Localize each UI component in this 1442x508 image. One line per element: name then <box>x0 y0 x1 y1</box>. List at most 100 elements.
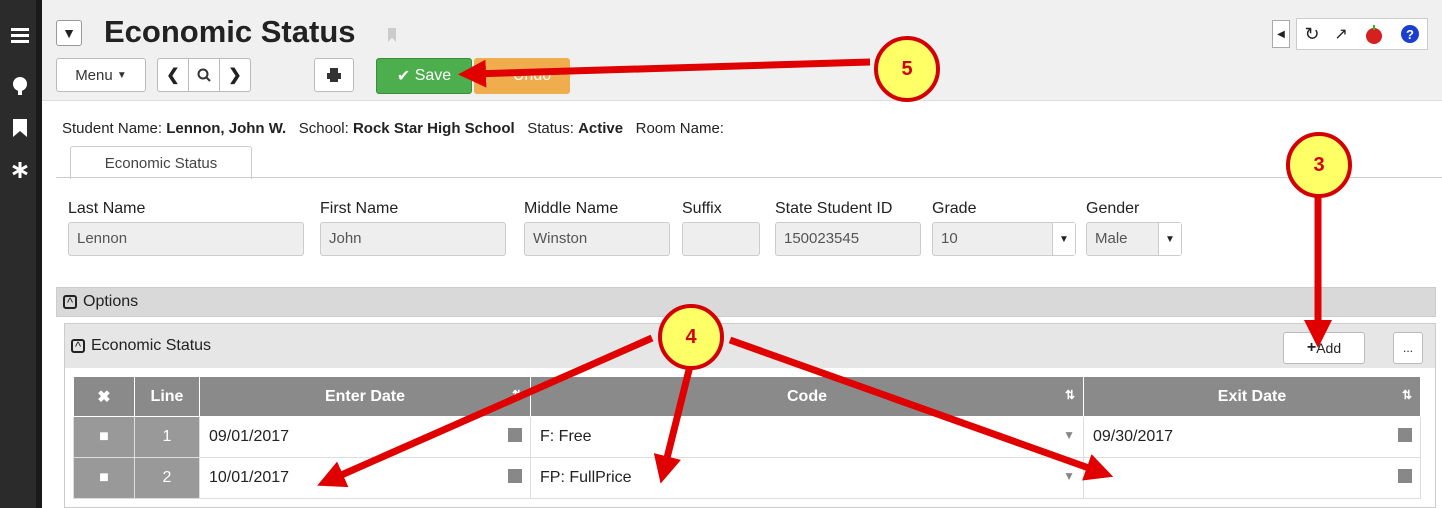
caret-left-icon: ◀ <box>1277 28 1285 40</box>
column-header-code[interactable]: Code ⇅ <box>530 376 1084 417</box>
callout-4: 4 <box>658 304 724 370</box>
column-header-label: Enter Date <box>324 387 406 405</box>
print-button[interactable] <box>314 58 354 92</box>
enter-date-field[interactable]: 10/01/2017 <box>199 457 531 499</box>
economic-status-panel: ^ Economic Status + Add ... ✖ Line Enter… <box>64 323 1436 508</box>
checkbox-icon: ■ <box>99 428 109 445</box>
table-row: ■ 2 10/01/2017 FP: FullPrice ▼ <box>73 457 1421 499</box>
economic-status-header[interactable]: ^ Economic Status <box>65 324 1435 368</box>
tab-divider <box>56 177 1442 178</box>
student-info-bar: Student Name: Lennon, John W. School: Ro… <box>62 120 724 137</box>
bookmark-page-icon[interactable] <box>388 28 396 42</box>
grade-select[interactable]: 10 ▼ <box>932 222 1076 256</box>
grade-value: 10 <box>941 230 958 247</box>
add-label: Add <box>1316 340 1342 356</box>
collapse-panel-button[interactable]: ◀ <box>1272 20 1290 48</box>
next-record-button[interactable]: ❯ <box>219 58 251 92</box>
caret-down-icon: ▼ <box>116 69 127 81</box>
calendar-icon[interactable] <box>1398 469 1412 483</box>
close-icon: ✖ <box>97 388 111 406</box>
svg-text:?: ? <box>1406 27 1414 42</box>
save-label: Save <box>414 67 452 84</box>
nav-button-group: ❮ ❯ <box>157 58 251 92</box>
options-section-header[interactable]: ^ Options <box>56 287 1436 317</box>
row-checkbox[interactable]: ■ <box>73 457 135 499</box>
grade-label: Grade <box>932 200 977 217</box>
exit-date-field[interactable]: 09/30/2017 <box>1083 416 1421 458</box>
exit-date-value: 09/30/2017 <box>1093 428 1174 445</box>
suffix-label: Suffix <box>682 200 722 217</box>
gender-select[interactable]: Male ▼ <box>1086 222 1182 256</box>
room-label: Room Name: <box>635 120 724 137</box>
tree-icon[interactable] <box>8 74 32 98</box>
first-name-field[interactable]: John <box>320 222 506 256</box>
asterisk-icon[interactable] <box>8 158 32 182</box>
undo-button[interactable]: Undo <box>474 58 570 94</box>
gender-value: Male <box>1095 230 1128 247</box>
column-header-line[interactable]: Line <box>134 376 200 417</box>
caret-down-icon: ▼ <box>1158 223 1181 255</box>
middle-name-label: Middle Name <box>524 200 619 217</box>
tab-label: Economic Status <box>104 154 218 172</box>
apple-icon[interactable] <box>1363 23 1385 45</box>
refresh-icon[interactable]: ↻ <box>1304 24 1319 45</box>
help-icon[interactable]: ? <box>1400 24 1420 44</box>
save-button[interactable]: ✔ Save <box>376 58 472 94</box>
calendar-icon[interactable] <box>508 469 522 483</box>
state-id-label: State Student ID <box>775 200 893 217</box>
collapse-icon: ^ <box>63 295 77 310</box>
economic-status-label: Economic Status <box>91 337 212 354</box>
code-select[interactable]: F: Free ▼ <box>530 416 1084 458</box>
student-name-label: Student Name: <box>62 120 163 137</box>
code-select[interactable]: FP: FullPrice ▼ <box>530 457 1084 499</box>
column-header-label: Exit Date <box>1217 387 1287 405</box>
previous-record-button[interactable]: ❮ <box>157 58 189 92</box>
middle-name-field[interactable]: Winston <box>524 222 670 256</box>
bookmark-icon[interactable] <box>8 116 32 140</box>
delete-column-header[interactable]: ✖ <box>73 376 135 417</box>
enter-date-value: 10/01/2017 <box>209 469 290 486</box>
menu-button[interactable]: Menu ▼ <box>56 58 146 92</box>
column-header-enter-date[interactable]: Enter Date ⇅ <box>199 376 531 417</box>
enter-date-value: 09/01/2017 <box>209 428 290 445</box>
line-number: 2 <box>134 457 200 499</box>
row-checkbox[interactable]: ■ <box>73 416 135 458</box>
chevron-right-icon: ❯ <box>228 67 242 84</box>
status-label: Status: <box>527 120 574 137</box>
exit-date-value <box>1085 469 1093 486</box>
first-name-label: First Name <box>320 200 399 217</box>
add-button[interactable]: + Add <box>1283 332 1365 364</box>
more-options-button[interactable]: ... <box>1393 332 1423 364</box>
code-value: F: Free <box>540 428 592 445</box>
caret-down-icon: ▼ <box>1052 223 1075 255</box>
exit-date-field[interactable] <box>1083 457 1421 499</box>
enter-date-field[interactable]: 09/01/2017 <box>199 416 531 458</box>
state-id-field[interactable]: 150023545 <box>775 222 921 256</box>
tab-economic-status[interactable]: Economic Status <box>70 146 252 179</box>
search-button[interactable] <box>188 58 220 92</box>
collapse-icon: ^ <box>71 339 85 354</box>
school-name: Rock Star High School <box>352 120 515 137</box>
app-sidebar <box>0 0 42 508</box>
callout-5: 5 <box>874 36 940 102</box>
checkbox-icon: ■ <box>99 469 109 486</box>
hamburger-menu-icon[interactable] <box>8 24 32 48</box>
check-icon: ✔ <box>396 68 411 85</box>
calendar-icon[interactable] <box>1398 428 1412 442</box>
calendar-icon[interactable] <box>508 428 522 442</box>
school-label: School: <box>298 120 349 137</box>
filter-icon[interactable]: ▼ <box>56 20 82 46</box>
last-name-field[interactable]: Lennon <box>68 222 304 256</box>
callout-3: 3 <box>1286 132 1352 198</box>
last-name-label: Last Name <box>68 200 146 217</box>
gender-label: Gender <box>1086 200 1140 217</box>
menu-label: Menu <box>75 66 113 84</box>
column-header-exit-date[interactable]: Exit Date ⇅ <box>1083 376 1421 417</box>
search-icon <box>197 68 211 82</box>
print-icon <box>327 68 341 82</box>
external-link-icon[interactable]: ↗ <box>1334 24 1347 44</box>
column-header-label: Code <box>787 387 827 405</box>
suffix-field[interactable] <box>682 222 760 256</box>
page-title: Economic Status <box>104 14 356 49</box>
student-name: Lennon, John W. <box>166 120 287 137</box>
